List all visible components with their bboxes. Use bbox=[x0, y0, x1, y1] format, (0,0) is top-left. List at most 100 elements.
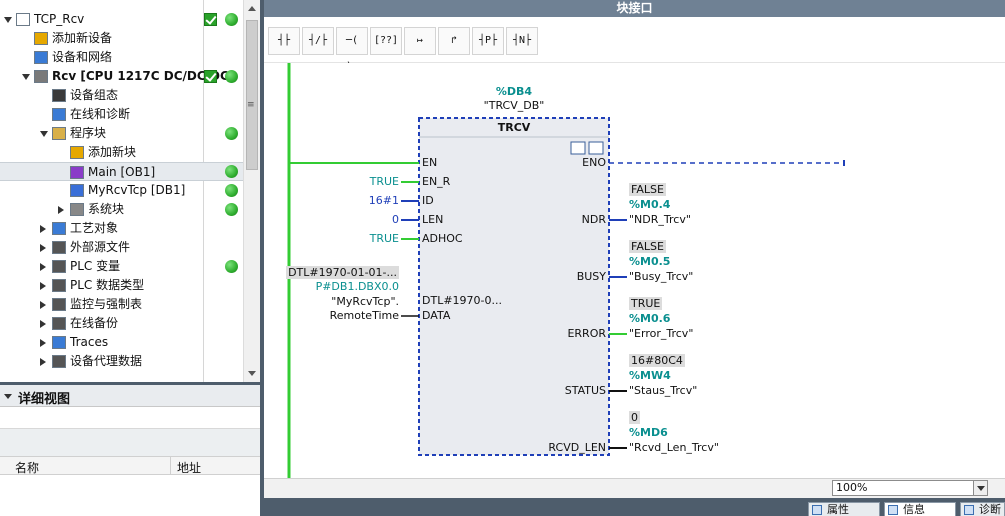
p-contact-button[interactable]: ┤P├ bbox=[472, 27, 504, 55]
pin-eno: ENO bbox=[582, 156, 606, 169]
block-help-icon[interactable] bbox=[588, 141, 604, 155]
consistency-check-icon bbox=[204, 13, 217, 26]
info-icon bbox=[888, 505, 898, 515]
tree-item[interactable]: 系统块 bbox=[0, 200, 243, 219]
output-address-error: %M0.6 bbox=[629, 312, 671, 325]
tree-item[interactable]: 在线备份 bbox=[0, 314, 243, 333]
expand-closed-icon[interactable] bbox=[40, 358, 46, 366]
output-value-rcvd_len: 0 bbox=[629, 411, 640, 424]
data-address: P#DB1.DBX0.0 bbox=[315, 280, 399, 293]
tree-item-label: TCP_Rcv bbox=[34, 12, 85, 26]
tree-item[interactable]: 外部源文件 bbox=[0, 238, 243, 257]
column-divider[interactable] bbox=[170, 457, 171, 475]
tab-properties-label: 属性 bbox=[827, 503, 849, 516]
online-status-icon bbox=[225, 184, 238, 197]
zoom-select[interactable]: 100% bbox=[832, 480, 988, 496]
tree-item[interactable]: MyRcvTcp [DB1] bbox=[0, 181, 243, 200]
data-symbol-member: RemoteTime bbox=[329, 309, 399, 322]
db-block-icon bbox=[70, 184, 84, 197]
tree-item[interactable]: Traces bbox=[0, 333, 243, 352]
tree-item[interactable]: 设备组态 bbox=[0, 86, 243, 105]
block-config-icon[interactable] bbox=[570, 141, 586, 155]
output-address-status: %MW4 bbox=[629, 369, 671, 382]
block-interface-bar[interactable]: 块接口 bbox=[264, 0, 1005, 17]
open-branch-button[interactable]: ↦ bbox=[404, 27, 436, 55]
tree-item-label: PLC 数据类型 bbox=[70, 278, 145, 292]
ladder-editor[interactable]: %DB4 "TRCV_DB" TRCV EN EN_R TRUE ID 16#1 LEN 0 ADH… bbox=[264, 63, 1005, 478]
db-address: %DB4 bbox=[495, 85, 533, 98]
tree-item[interactable]: 设备和网络 bbox=[0, 48, 243, 67]
expand-closed-icon[interactable] bbox=[40, 263, 46, 271]
nc-contact-button[interactable]: ┤/├ bbox=[302, 27, 334, 55]
add-device-icon bbox=[34, 32, 48, 45]
ob-block-icon bbox=[70, 166, 84, 179]
tree-item[interactable]: Main [OB1] bbox=[0, 162, 243, 181]
output-symbol-rcvd_len: "Rcvd_Len_Trcv" bbox=[629, 441, 719, 454]
online-status-icon bbox=[225, 203, 238, 216]
coil-button[interactable]: ─( )─ bbox=[336, 27, 368, 72]
cpu-icon bbox=[34, 70, 48, 83]
network-icon bbox=[34, 51, 48, 64]
expand-closed-icon[interactable] bbox=[40, 339, 46, 347]
tree-item-label: Main [OB1] bbox=[88, 165, 156, 179]
expand-open-icon[interactable] bbox=[40, 131, 48, 137]
output-symbol-error: "Error_Trcv" bbox=[629, 327, 694, 340]
pin-busy: BUSY bbox=[576, 270, 606, 283]
tree-item[interactable]: 监控与强制表 bbox=[0, 295, 243, 314]
tree-item-label: Traces bbox=[70, 335, 109, 349]
data-type-icon bbox=[52, 279, 66, 292]
tree-item-label: 外部源文件 bbox=[70, 240, 131, 254]
expand-open-icon[interactable] bbox=[4, 17, 12, 23]
proxy-data-icon bbox=[52, 355, 66, 368]
consistency-check-icon bbox=[204, 70, 217, 83]
expand-closed-icon[interactable] bbox=[40, 320, 46, 328]
detail-view-header[interactable]: 详细视图 bbox=[0, 385, 260, 407]
no-contact-button[interactable]: ┤├ bbox=[268, 27, 300, 55]
column-name[interactable]: 名称 bbox=[15, 459, 39, 476]
expand-closed-icon[interactable] bbox=[40, 225, 46, 233]
lad-toolbar: ┤├┤/├─( )─[??]↦↱┤P├┤N├ bbox=[264, 17, 1005, 72]
expand-closed-icon[interactable] bbox=[40, 282, 46, 290]
tree-item[interactable]: 设备代理数据 bbox=[0, 352, 243, 371]
scroll-up-icon[interactable] bbox=[248, 6, 256, 11]
folder-icon bbox=[52, 127, 66, 140]
tree-item[interactable]: 工艺对象 bbox=[0, 219, 243, 238]
online-status-icon bbox=[225, 13, 238, 26]
tab-diagnostics[interactable]: 诊断 bbox=[960, 502, 1005, 516]
output-value-busy: FALSE bbox=[629, 240, 666, 253]
expand-closed-icon[interactable] bbox=[40, 244, 46, 252]
pin-ndr: NDR bbox=[581, 213, 606, 226]
output-address-busy: %M0.5 bbox=[629, 255, 671, 268]
tree-item-label: 设备代理数据 bbox=[70, 354, 143, 368]
expand-open-icon[interactable] bbox=[22, 74, 30, 80]
value-len: 0 bbox=[392, 213, 399, 226]
expand-closed-icon[interactable] bbox=[40, 301, 46, 309]
expand-closed-icon[interactable] bbox=[58, 206, 64, 214]
value-id: 16#1 bbox=[368, 194, 399, 207]
empty-box-button[interactable]: [??] bbox=[370, 27, 402, 55]
device-config-icon bbox=[52, 89, 66, 102]
column-address[interactable]: 地址 bbox=[177, 459, 201, 476]
tree-item[interactable]: PLC 数据类型 bbox=[0, 276, 243, 295]
scroll-thumb[interactable] bbox=[246, 20, 258, 170]
tab-properties[interactable]: 属性 bbox=[808, 502, 880, 516]
tree-item[interactable]: 程序块 bbox=[0, 124, 243, 143]
n-contact-button[interactable]: ┤N├ bbox=[506, 27, 538, 55]
output-address-rcvd_len: %MD6 bbox=[629, 426, 668, 439]
project-tree-scrollbar[interactable]: ≡ bbox=[243, 0, 260, 382]
tree-item[interactable]: 添加新设备 bbox=[0, 29, 243, 48]
tree-item-label: 工艺对象 bbox=[70, 221, 119, 235]
zoom-dropdown-icon[interactable] bbox=[973, 481, 987, 495]
collapse-icon[interactable] bbox=[4, 394, 12, 399]
pin-en_r: EN_R bbox=[422, 175, 451, 188]
tab-info[interactable]: 信息 bbox=[884, 502, 956, 516]
detail-view: 详细视图 名称 地址 bbox=[0, 382, 260, 516]
db-name: "TRCV_DB" bbox=[483, 99, 545, 112]
technology-object-icon bbox=[52, 222, 66, 235]
source-file-icon bbox=[52, 241, 66, 254]
tree-item[interactable]: 添加新块 bbox=[0, 143, 243, 162]
close-branch-button[interactable]: ↱ bbox=[438, 27, 470, 55]
tree-item[interactable]: PLC 变量 bbox=[0, 257, 243, 276]
scroll-down-icon[interactable] bbox=[248, 371, 256, 376]
tree-item[interactable]: 在线和诊断 bbox=[0, 105, 243, 124]
